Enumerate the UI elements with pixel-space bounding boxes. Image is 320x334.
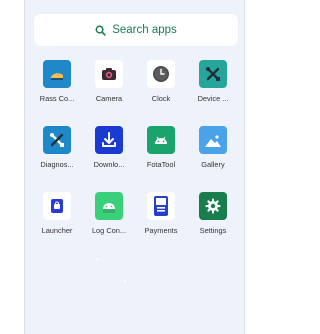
app-log-controller[interactable]: Log Con... <box>83 188 135 244</box>
clock-icon <box>147 60 175 88</box>
android-icon <box>147 126 175 154</box>
app-payments[interactable]: Payments <box>135 188 187 244</box>
search-apps-bar[interactable]: Search apps <box>34 14 238 46</box>
app-gallery[interactable]: Gallery <box>187 122 239 178</box>
app-device[interactable]: Device ... <box>187 56 239 112</box>
download-icon <box>95 126 123 154</box>
app-fotatool[interactable]: FotaTool <box>135 122 187 178</box>
app-label: Gallery <box>201 160 225 169</box>
search-icon <box>95 25 106 36</box>
gallery-icon <box>199 126 227 154</box>
app-drawer: Search apps Rass Co... Camera Clock Devi… <box>24 0 245 334</box>
tools-icon <box>43 126 71 154</box>
app-label: Clock <box>151 94 171 103</box>
app-settings[interactable]: Settings <box>187 188 239 244</box>
payments-icon <box>147 192 175 220</box>
app-rass-controller[interactable]: Rass Co... <box>31 56 83 112</box>
app-label: Camera <box>95 94 123 103</box>
app-label: Settings <box>199 226 227 235</box>
app-label: Launcher <box>41 226 73 235</box>
android-icon <box>95 192 123 220</box>
app-label: FotaTool <box>146 160 176 169</box>
app-label: Device ... <box>197 94 229 103</box>
camera-icon <box>95 60 123 88</box>
app-camera[interactable]: Camera <box>83 56 135 112</box>
app-label: Diagnos... <box>40 160 74 169</box>
gear-icon <box>199 192 227 220</box>
app-clock[interactable]: Clock <box>135 56 187 112</box>
app-label: Payments <box>144 226 178 235</box>
app-downloads[interactable]: Downlo... <box>83 122 135 178</box>
app-launcher[interactable]: Launcher <box>31 188 83 244</box>
app-grid: Rass Co... Camera Clock Device ... Diagn… <box>31 56 239 244</box>
rass-controller-icon <box>43 60 71 88</box>
search-apps-label: Search apps <box>112 24 177 36</box>
tools-icon <box>199 60 227 88</box>
launcher-icon <box>43 192 71 220</box>
app-label: Downlo... <box>93 160 125 169</box>
background-dot <box>124 280 126 282</box>
app-label: Log Con... <box>91 226 127 235</box>
app-label: Rass Co... <box>39 94 75 103</box>
background-dot <box>96 258 98 260</box>
app-diagnostics[interactable]: Diagnos... <box>31 122 83 178</box>
